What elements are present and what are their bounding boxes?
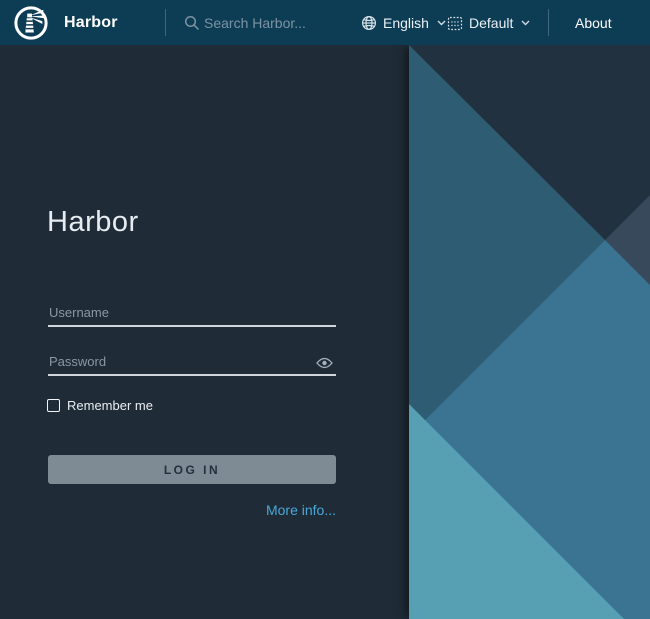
eye-icon — [316, 357, 333, 369]
password-input[interactable] — [48, 354, 336, 376]
about-link[interactable]: About — [575, 0, 612, 45]
harbor-login-page: Harbor English — [0, 0, 650, 619]
chevron-down-icon — [437, 20, 446, 26]
chevron-down-icon — [521, 20, 530, 26]
header-search — [184, 0, 354, 45]
remember-me-row[interactable]: Remember me — [47, 398, 153, 413]
header: Harbor English — [0, 0, 650, 45]
more-info-link[interactable]: More info... — [266, 502, 336, 518]
username-input[interactable] — [48, 305, 336, 327]
page-title: Harbor — [47, 206, 139, 239]
remember-me-label: Remember me — [67, 398, 153, 413]
globe-icon — [361, 15, 377, 31]
language-label: English — [383, 15, 429, 31]
decorative-triangles-graphic — [409, 45, 650, 619]
more-info-wrapper: More info... — [48, 502, 336, 520]
username-field-wrapper — [48, 304, 336, 326]
theme-label: Default — [469, 15, 513, 31]
calendar-icon — [447, 15, 463, 31]
theme-selector[interactable]: Default — [447, 0, 530, 45]
password-field-wrapper — [48, 353, 336, 375]
language-selector[interactable]: English — [361, 0, 446, 45]
search-icon — [184, 15, 200, 31]
header-brand[interactable]: Harbor — [14, 0, 118, 45]
header-divider — [165, 9, 166, 36]
harbor-lighthouse-icon — [14, 6, 48, 40]
login-button[interactable]: LOG IN — [48, 455, 336, 484]
search-input[interactable] — [204, 15, 354, 31]
password-visibility-toggle[interactable] — [314, 355, 334, 371]
header-divider — [548, 9, 549, 36]
remember-me-checkbox[interactable] — [47, 399, 60, 412]
brand-title: Harbor — [64, 14, 118, 32]
